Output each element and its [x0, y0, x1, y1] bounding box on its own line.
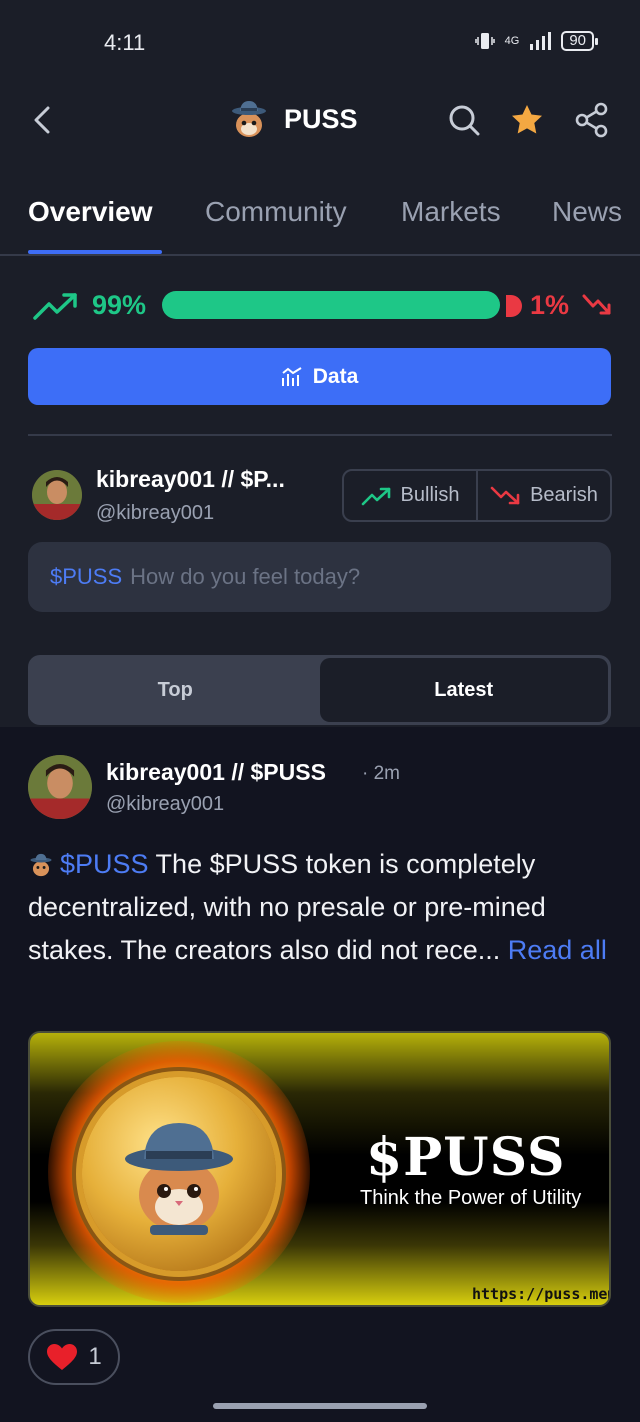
avatar-image — [32, 470, 82, 520]
post-composer-input[interactable]: $PUSS How do you feel today? — [28, 542, 611, 612]
puss-cat-icon — [232, 101, 266, 137]
trending-up-icon — [33, 293, 77, 320]
composer-user-name: kibreay001 // $P... — [96, 466, 285, 492]
chevron-left-icon — [34, 106, 50, 134]
active-tab-indicator — [28, 250, 162, 254]
data-button-label: Data — [312, 364, 359, 388]
vibrate-icon — [474, 33, 495, 49]
avatar-image — [28, 755, 92, 819]
composer-user-row: kibreay001 // $P... @kibreay001 Bullish … — [28, 464, 612, 528]
banner-subtitle: Think the Power of Utility — [360, 1187, 582, 1209]
bearish-percent: 1% — [530, 290, 570, 320]
page-title: PUSS — [284, 103, 358, 134]
token-title: PUSS — [228, 98, 358, 140]
banner-url: https://puss.meme — [472, 1285, 611, 1303]
sort-latest-button[interactable]: Latest — [319, 658, 608, 722]
header: PUSS — [0, 84, 640, 156]
trending-down-icon — [582, 294, 611, 315]
post-body: $PUSS The $PUSS token is completely dece… — [28, 843, 618, 972]
sentiment-meter: 99% 1% — [28, 286, 612, 326]
tab-news[interactable]: News — [552, 196, 622, 228]
search-button[interactable] — [446, 102, 482, 138]
star-icon — [512, 105, 542, 134]
status-bar: 4:11 4G 90 — [0, 0, 640, 84]
search-icon — [449, 105, 480, 136]
like-button[interactable]: 1 — [28, 1329, 120, 1385]
composer-placeholder: How do you feel today? — [130, 564, 361, 589]
puss-cat-icon — [30, 853, 52, 877]
battery-indicator: 90 — [561, 31, 598, 51]
back-button[interactable] — [28, 102, 58, 138]
divider — [28, 434, 612, 436]
avatar[interactable] — [32, 470, 82, 520]
bullish-bar — [162, 291, 500, 319]
cat-mascot-icon — [125, 1123, 233, 1235]
banner-title: $PUSS — [366, 1127, 566, 1188]
post-image[interactable]: $PUSS Think the Power of Utility https:/… — [28, 1031, 611, 1307]
post-user-name[interactable]: kibreay001 // $PUSS — [106, 759, 326, 786]
tab-bar: Overview Community Markets News — [0, 184, 640, 256]
share-button[interactable] — [574, 102, 610, 138]
composer-user-handle: @kibreay001 — [96, 502, 215, 524]
post-tag[interactable]: $PUSS — [60, 849, 149, 879]
bullish-button[interactable]: Bullish — [344, 471, 476, 520]
sort-toggle: Top Latest — [28, 655, 611, 725]
tab-markets[interactable]: Markets — [401, 196, 501, 228]
trending-up-icon — [361, 487, 390, 505]
network-type: 4G — [504, 35, 520, 47]
favorite-button[interactable] — [509, 102, 545, 138]
tab-overview[interactable]: Overview — [28, 196, 153, 228]
chart-icon — [281, 366, 302, 386]
data-button[interactable]: Data — [28, 348, 611, 405]
like-count: 1 — [88, 1343, 102, 1370]
bullish-label: Bullish — [400, 484, 460, 506]
composer-tag: $PUSS — [50, 564, 123, 589]
read-all-link[interactable]: Read all — [500, 935, 607, 965]
home-indicator[interactable] — [213, 1403, 427, 1409]
bullish-percent: 99% — [92, 290, 147, 320]
share-icon — [575, 102, 608, 138]
sort-top-button[interactable]: Top — [31, 658, 320, 722]
post-time: · 2m — [362, 763, 400, 784]
tab-community[interactable]: Community — [205, 196, 347, 228]
trending-down-icon — [490, 486, 520, 504]
status-time: 4:11 — [104, 30, 146, 55]
bearish-button[interactable]: Bearish — [476, 471, 610, 520]
bearish-bar — [506, 295, 522, 317]
sentiment-vote-group: Bullish Bearish — [342, 469, 612, 522]
signal-icon — [530, 32, 552, 50]
feed: kibreay001 // $PUSS · 2m @kibreay001 $PU… — [0, 727, 640, 1422]
post-user-handle: @kibreay001 — [106, 793, 225, 815]
bearish-label: Bearish — [530, 484, 598, 506]
avatar[interactable] — [28, 755, 92, 819]
status-icons: 4G 90 — [474, 30, 598, 52]
heart-icon — [47, 1344, 78, 1370]
